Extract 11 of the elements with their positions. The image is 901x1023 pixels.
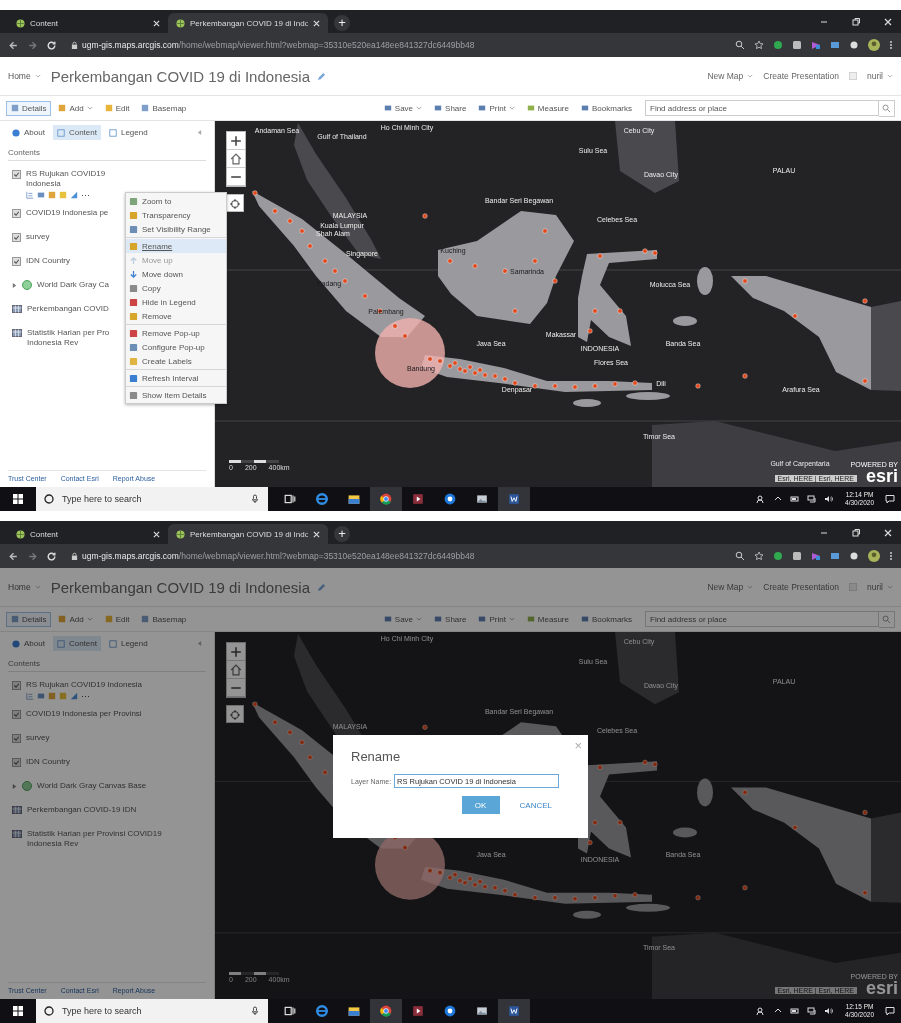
- logo: esri: [865, 980, 898, 996]
- dialog-title: Rename: [351, 749, 402, 764]
- tab-title: Perkembangan COVID 19 di Indo: [190, 18, 308, 28]
- map-title: Perkembangan COVID 19 di Indonesia: [50, 67, 310, 85]
- tab-title: Content: [30, 529, 60, 539]
- contents-heading: Contents: [8, 651, 206, 672]
- tab-title: Perkembangan COVID 19 di Indo: [190, 529, 308, 539]
- map-title: Perkembangan COVID 19 di Indonesia: [50, 578, 310, 596]
- tab-title: Content: [30, 18, 60, 28]
- logo: esri: [865, 468, 898, 484]
- contents-heading: Contents: [8, 140, 206, 161]
